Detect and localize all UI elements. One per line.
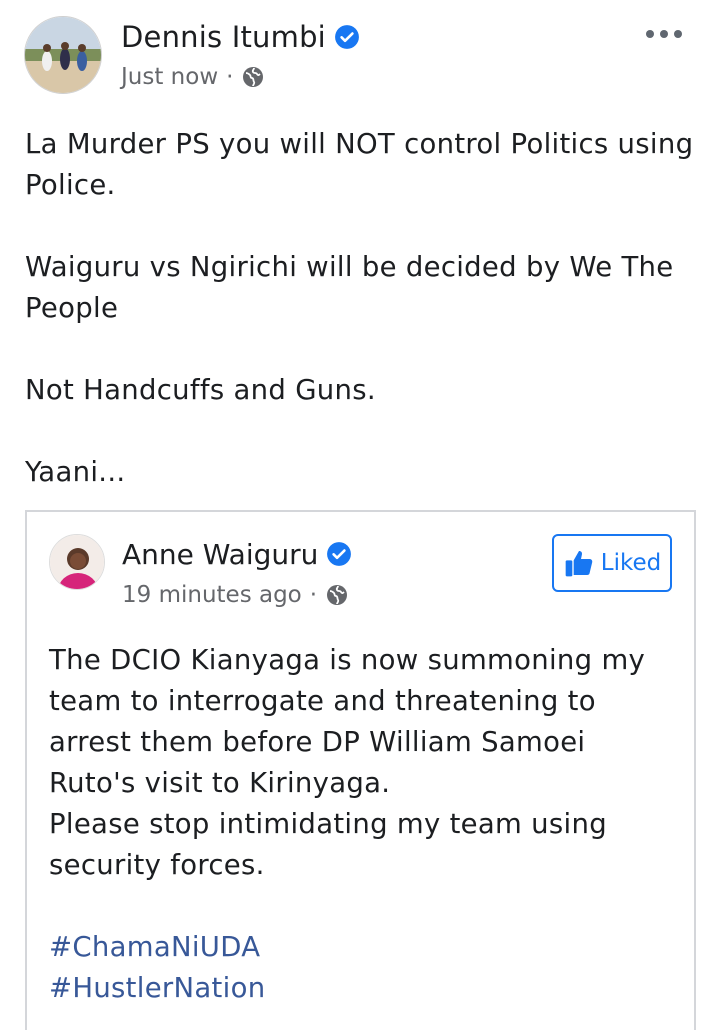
post-paragraph: La Murder PS you will NOT control Politi…	[25, 128, 694, 201]
post-body: La Murder PS you will NOT control Politi…	[25, 124, 695, 493]
liked-button[interactable]: Liked	[552, 534, 672, 592]
author-name[interactable]: Dennis Itumbi	[121, 20, 326, 54]
hashtag-link[interactable]: #HustlerNation	[49, 968, 679, 1009]
post-paragraph: Yaani...	[25, 456, 126, 488]
verified-badge-icon	[327, 542, 352, 566]
more-options-icon[interactable]	[646, 26, 682, 42]
shared-post-line: The DCIO Kianyaga is now summoning my te…	[49, 644, 646, 799]
shared-post-meta: 19 minutes ago ·	[122, 580, 349, 610]
shared-author-avatar[interactable]	[49, 534, 105, 590]
shared-author-name[interactable]: Anne Waiguru	[122, 538, 318, 571]
verified-badge-icon	[335, 25, 359, 49]
post-header: Dennis Itumbi Just now ·	[24, 16, 696, 98]
thumbs-up-icon	[565, 551, 593, 577]
shared-post-timestamp[interactable]: 19 minutes ago	[122, 582, 302, 608]
shared-author-name-row: Anne Waiguru	[122, 536, 352, 572]
post-timestamp[interactable]: Just now	[121, 64, 218, 90]
post-paragraph: Waiguru vs Ngirichi will be decided by W…	[25, 251, 674, 324]
meta-separator: ·	[226, 64, 234, 90]
author-name-row: Dennis Itumbi	[121, 18, 360, 56]
hashtag-link[interactable]: #ChamaNiUDA	[49, 927, 679, 968]
post-meta: Just now ·	[121, 62, 265, 92]
shared-post-body: The DCIO Kianyaga is now summoning my te…	[49, 640, 679, 1009]
author-avatar[interactable]	[24, 16, 102, 94]
liked-button-label: Liked	[600, 550, 662, 576]
post-paragraph: Not Handcuffs and Guns.	[25, 374, 376, 406]
meta-separator: ·	[309, 582, 318, 608]
shared-post-line: Please stop intimidating my team using s…	[49, 808, 607, 881]
globe-icon	[327, 585, 348, 605]
globe-icon	[243, 67, 264, 87]
shared-post-card[interactable]: Anne Waiguru 19 minutes ago · Liked The …	[25, 510, 696, 1030]
